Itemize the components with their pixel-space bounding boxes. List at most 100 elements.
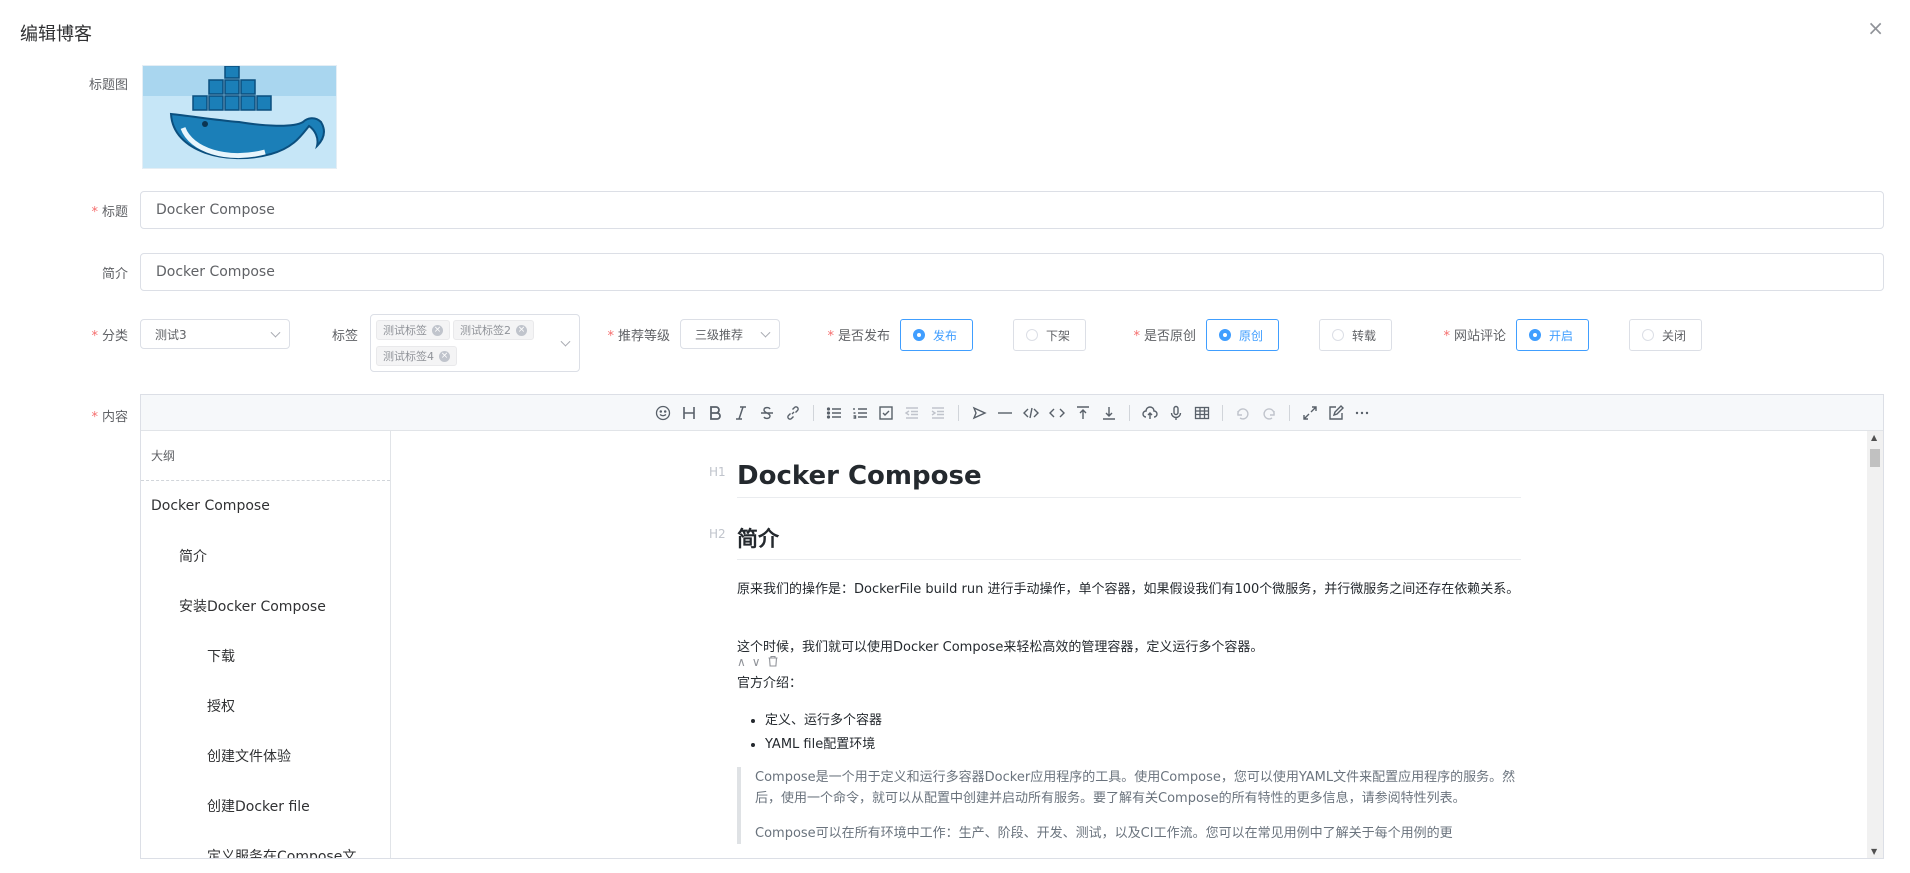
toolbar-divider <box>957 404 959 421</box>
required-mark: * <box>827 329 834 344</box>
quote-icon[interactable] <box>969 403 989 423</box>
tags-select[interactable]: 测试标签 × 测试标签2 × 测试标签4 × <box>370 314 580 372</box>
strikethrough-icon[interactable] <box>757 403 777 423</box>
close-icon[interactable]: × <box>516 324 527 336</box>
title-input[interactable]: Docker Compose <box>140 191 1884 229</box>
scroll-up-icon[interactable]: ▲ <box>1871 433 1877 442</box>
scroll-thumb[interactable] <box>1870 449 1880 467</box>
ordered-list-icon[interactable] <box>850 403 870 423</box>
outline-item[interactable]: 创建文件体验 <box>141 731 390 781</box>
outline-panel: 大纲 Docker Compose 简介 安装Docker Compose 下载… <box>141 431 391 858</box>
trash-icon[interactable] <box>767 655 779 670</box>
level-label-text: 推荐等级 <box>617 329 670 344</box>
checklist-icon[interactable] <box>876 403 896 423</box>
comment-radio-off[interactable]: 关闭 <box>1629 319 1702 351</box>
close-icon[interactable]: × <box>439 350 450 362</box>
tags-label: 标签 <box>331 329 358 344</box>
redo-icon[interactable] <box>1259 403 1279 423</box>
close-icon[interactable]: × <box>1867 18 1884 38</box>
level-value: 三级推荐 <box>695 327 744 342</box>
tag-chip: 测试标签4 × <box>376 346 457 366</box>
title-label-text: 标题 <box>101 205 128 220</box>
content-label: * 内容 <box>80 406 128 425</box>
required-mark: * <box>91 205 98 220</box>
doc-list: 定义、运行多个容器 YAML file配置环境 <box>765 709 882 757</box>
publish-label: * 是否发布 <box>818 325 890 344</box>
h2-marker: H2 <box>709 527 726 541</box>
scroll-down-icon[interactable]: ▼ <box>1871 847 1877 856</box>
upload-icon[interactable] <box>1140 403 1160 423</box>
outline-item[interactable]: 简介 <box>141 531 390 581</box>
cover-image[interactable] <box>142 65 337 169</box>
publish-radio-on[interactable]: 发布 <box>900 319 973 351</box>
outline-item[interactable]: 定义服务在Compose文 <box>141 831 390 858</box>
toolbar-divider <box>1288 404 1290 421</box>
outline-item[interactable]: 安装Docker Compose <box>141 581 390 631</box>
h1-marker: H1 <box>709 465 726 479</box>
more-icon[interactable] <box>1352 403 1372 423</box>
cover-label: 标题图 <box>88 78 128 93</box>
summary-input[interactable]: Docker Compose <box>140 253 1884 291</box>
doc-paragraph: 官方介绍： <box>737 676 803 691</box>
toolbar-divider <box>1128 404 1130 421</box>
scrollbar[interactable]: ▲ ▼ <box>1867 431 1883 858</box>
publish-radio-off[interactable]: 下架 <box>1013 319 1086 351</box>
microphone-icon[interactable] <box>1166 403 1186 423</box>
required-mark: * <box>91 410 98 425</box>
outline-item[interactable]: 授权 <box>141 681 390 731</box>
category-select[interactable]: 测试3 <box>140 319 290 349</box>
insert-before-icon[interactable] <box>1073 403 1093 423</box>
doc-paragraph: 这个时候，我们就可以使用Docker Compose来轻松高效的管理容器，定义运… <box>737 640 1264 655</box>
comment-radio-on[interactable]: 开启 <box>1516 319 1589 351</box>
original-label: * 是否原创 <box>1124 325 1196 344</box>
italic-icon[interactable] <box>731 403 751 423</box>
doc-heading-1: Docker Compose <box>737 461 1521 498</box>
outline-item[interactable]: 下载 <box>141 631 390 681</box>
editor-toolbar <box>141 395 1883 431</box>
table-icon[interactable] <box>1192 403 1212 423</box>
comment-label-text: 网站评论 <box>1453 329 1506 344</box>
doc-heading-2: 简介 <box>737 523 1521 560</box>
insert-after-icon[interactable] <box>1099 403 1119 423</box>
original-radio-off[interactable]: 转载 <box>1319 319 1392 351</box>
link-icon[interactable] <box>783 403 803 423</box>
quote-paragraph: Compose是一个用于定义和运行多容器Docker应用程序的工具。使用Comp… <box>755 770 1516 806</box>
close-icon[interactable]: × <box>432 324 443 336</box>
bold-icon[interactable] <box>705 403 725 423</box>
summary-label: 简介 <box>101 267 128 282</box>
level-select[interactable]: 三级推荐 <box>680 319 780 349</box>
tag-chip: 测试标签2 × <box>453 320 534 340</box>
required-mark: * <box>1443 329 1450 344</box>
fullscreen-icon[interactable] <box>1300 403 1320 423</box>
radio-icon <box>1026 329 1038 341</box>
required-mark: * <box>91 329 98 344</box>
outdent-icon[interactable] <box>902 403 922 423</box>
indent-icon[interactable] <box>928 403 948 423</box>
heading-icon[interactable] <box>679 403 699 423</box>
block-toolbar: ∧ ∨ <box>737 655 779 670</box>
outline-item[interactable]: Docker Compose <box>141 481 390 531</box>
chevron-down-icon[interactable]: ∨ <box>752 655 761 670</box>
inline-code-icon[interactable] <box>1047 403 1067 423</box>
outline-item[interactable]: 创建Docker file <box>141 781 390 831</box>
dialog-title: 编辑博客 <box>20 24 92 45</box>
publish-label-text: 是否发布 <box>837 329 890 344</box>
doc-paragraph: 原来我们的操作是：DockerFile build run 进行手动操作，单个容… <box>737 582 1520 597</box>
edit-blog-dialog: 编辑博客 × 标题图 * 标题 Docker Compose 简介 Docker… <box>0 0 1910 873</box>
undo-icon[interactable] <box>1233 403 1253 423</box>
category-value: 测试3 <box>155 327 187 342</box>
editor-content[interactable]: H1 Docker Compose H2 简介 原来我们的操作是：DockerF… <box>391 431 1867 858</box>
code-block-icon[interactable] <box>1021 403 1041 423</box>
emoji-icon[interactable] <box>653 403 673 423</box>
bullet-list-icon[interactable] <box>824 403 844 423</box>
required-mark: * <box>1133 329 1140 344</box>
edit-mode-icon[interactable] <box>1326 403 1346 423</box>
horizontal-line-icon[interactable] <box>995 403 1015 423</box>
chevron-down-icon <box>270 327 281 338</box>
original-label-text: 是否原创 <box>1143 329 1196 344</box>
outline-title: 大纲 <box>141 431 390 481</box>
original-radio-on[interactable]: 原创 <box>1206 319 1279 351</box>
chevron-up-icon[interactable]: ∧ <box>737 655 746 670</box>
radio-icon <box>913 329 925 341</box>
list-item: YAML file配置环境 <box>765 733 882 757</box>
